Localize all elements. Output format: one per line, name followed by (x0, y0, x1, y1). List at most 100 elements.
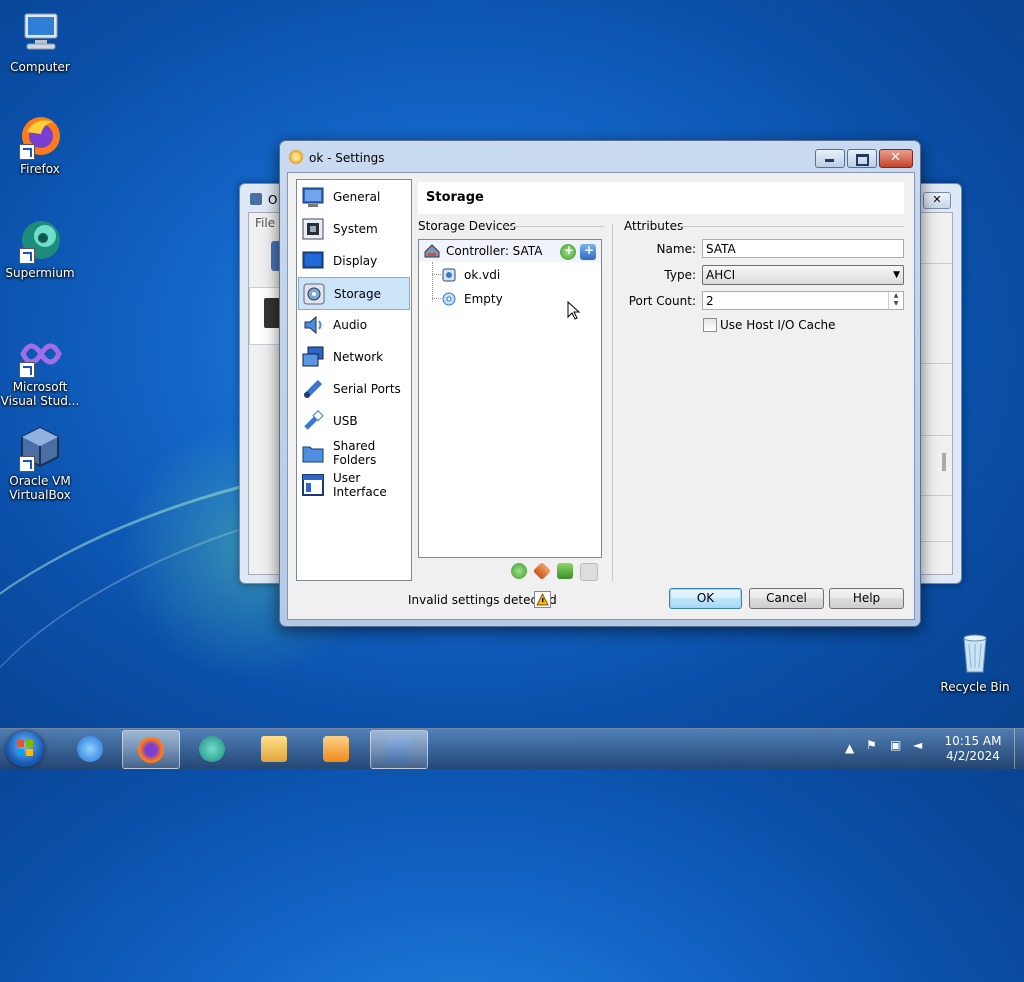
nav-item-serial-ports[interactable]: Serial Ports (298, 373, 410, 404)
taskbar-media-player[interactable] (308, 730, 364, 767)
show-desktop-button[interactable] (1014, 729, 1024, 769)
clock-date: 4/2/2024 (946, 749, 1000, 763)
add-controller-button[interactable] (511, 563, 527, 579)
virtualbox-icon (250, 193, 262, 205)
desktop-icon-label: Recycle Bin (940, 680, 1010, 694)
cancel-button[interactable]: Cancel (749, 588, 824, 609)
nav-label: Serial Ports (333, 381, 401, 396)
add-attachment-button[interactable] (557, 563, 573, 579)
type-select[interactable]: AHCI ▼ (702, 265, 904, 285)
taskbar-explorer[interactable] (246, 730, 302, 767)
controller-label: Controller: SATA (446, 244, 543, 258)
close-button[interactable]: ✕ (879, 149, 913, 168)
controller-icon (424, 243, 440, 259)
internet-explorer-icon (77, 736, 103, 762)
desktop-icon-firefox[interactable]: Firefox (2, 112, 78, 176)
nav-item-display[interactable]: Display (298, 245, 410, 276)
volume-muted-icon[interactable]: ◄ (913, 738, 922, 752)
spin-buttons[interactable]: ▲ ▼ (888, 292, 903, 309)
use-host-io-cache-label: Use Host I/O Cache (720, 318, 836, 332)
taskbar-internet-explorer[interactable] (62, 730, 118, 767)
desktop-icon-label: Microsoft Visual Stud... (0, 380, 80, 408)
nav-label: Network (333, 349, 384, 364)
nav-item-general[interactable]: General (298, 181, 410, 212)
desktop-icon-supermium[interactable]: Supermium (2, 216, 78, 280)
dialog-client: General System Display Storage Audio Net… (287, 172, 915, 620)
shared-folders-icon (302, 442, 324, 464)
user-interface-icon (302, 473, 324, 496)
type-label: Type: (664, 268, 696, 282)
scrollbar-thumb[interactable] (942, 453, 946, 471)
nav-item-system[interactable]: System (298, 213, 410, 244)
tree-item-label: Empty (464, 292, 503, 306)
media-player-icon (323, 736, 349, 762)
close-icon: ✕ (890, 150, 901, 165)
nav-item-storage[interactable]: Storage (298, 277, 410, 310)
desktop-icon-label: Supermium (5, 266, 75, 280)
tree-item-optical-drive[interactable]: Empty (442, 288, 503, 310)
group-label: Attributes (624, 219, 684, 233)
taskbar: ▲ ⚑ ▣ ◄ 10:15 AM 4/2/2024 (0, 728, 1024, 769)
group-label: Storage Devices (418, 219, 517, 233)
optical-disc-icon (442, 292, 456, 306)
desktop-icon-virtualbox[interactable]: Oracle VM VirtualBox (2, 424, 78, 502)
divider (612, 224, 613, 581)
nav-item-audio[interactable]: Audio (298, 309, 410, 340)
tree-item-label: ok.vdi (464, 268, 501, 282)
settings-dialog[interactable]: ok - Settings ✕ General System Display S… (279, 140, 921, 627)
storage-tree[interactable]: Controller: SATA + + ok.vdi Empty (418, 239, 602, 558)
show-hidden-icons-button[interactable]: ▲ (845, 741, 854, 755)
remove-controller-button[interactable] (532, 561, 552, 581)
settings-nav-list[interactable]: General System Display Storage Audio Net… (296, 179, 412, 581)
taskbar-virtualbox[interactable] (370, 730, 428, 769)
maximize-button[interactable] (847, 149, 877, 168)
warning-icon[interactable] (534, 591, 551, 608)
network-status-icon[interactable]: ▣ (890, 738, 901, 752)
ok-button[interactable]: OK (669, 588, 742, 609)
nav-item-network[interactable]: Network (298, 341, 410, 372)
nav-label: Display (333, 253, 378, 268)
port-count-stepper[interactable]: 2 ▲ ▼ (702, 291, 904, 310)
desktop-icon-label: Computer (10, 60, 70, 74)
port-count-value: 2 (706, 294, 714, 308)
close-button[interactable]: ✕ (923, 192, 951, 209)
minimize-button[interactable] (815, 149, 845, 168)
use-host-io-cache-checkbox[interactable] (703, 318, 717, 332)
display-icon (302, 250, 324, 272)
clock-time: 10:15 AM (944, 734, 1002, 748)
supermium-icon (199, 736, 225, 762)
clock[interactable]: 10:15 AM 4/2/2024 (940, 734, 1006, 764)
nav-label: General (333, 189, 381, 204)
nav-label: Audio (333, 317, 368, 332)
desktop-icon-recycle-bin[interactable]: Recycle Bin (937, 630, 1013, 694)
type-select-value: AHCI (706, 268, 736, 282)
recycle-bin-icon (952, 630, 998, 676)
folder-icon (261, 736, 287, 762)
window-title: O (268, 193, 278, 207)
nav-label: Shared Folders (333, 438, 377, 467)
desktop-icon-visual-studio[interactable]: Microsoft Visual Stud... (0, 330, 80, 408)
nav-item-usb[interactable]: USB (298, 405, 410, 436)
action-center-flag-icon[interactable]: ⚑ (866, 738, 877, 752)
virtualbox-icon (17, 424, 63, 472)
menu-file[interactable]: File (255, 216, 275, 230)
add-hard-disk-button[interactable]: + (580, 243, 596, 260)
nav-label: USB (333, 413, 358, 428)
desktop-icon-computer[interactable]: Computer (2, 10, 78, 74)
usb-icon (302, 409, 324, 432)
start-button[interactable] (6, 731, 44, 767)
name-field[interactable]: SATA (702, 239, 904, 258)
nav-item-user-interface[interactable]: User Interface (298, 469, 410, 500)
virtualbox-icon (386, 737, 412, 763)
add-optical-drive-button[interactable]: + (560, 243, 576, 260)
help-button[interactable]: Help (829, 588, 904, 609)
taskbar-supermium[interactable] (184, 730, 240, 767)
chevron-down-icon: ▼ (893, 270, 900, 280)
remove-attachment-button[interactable] (580, 563, 598, 581)
nav-item-shared-folders[interactable]: Shared Folders (298, 437, 410, 468)
title-bar[interactable]: ok - Settings ✕ (280, 141, 920, 173)
nav-label: Storage (334, 286, 381, 301)
dialog-title: ok - Settings (309, 151, 385, 165)
tree-item-hard-disk[interactable]: ok.vdi (442, 264, 500, 286)
taskbar-firefox[interactable] (122, 730, 180, 769)
